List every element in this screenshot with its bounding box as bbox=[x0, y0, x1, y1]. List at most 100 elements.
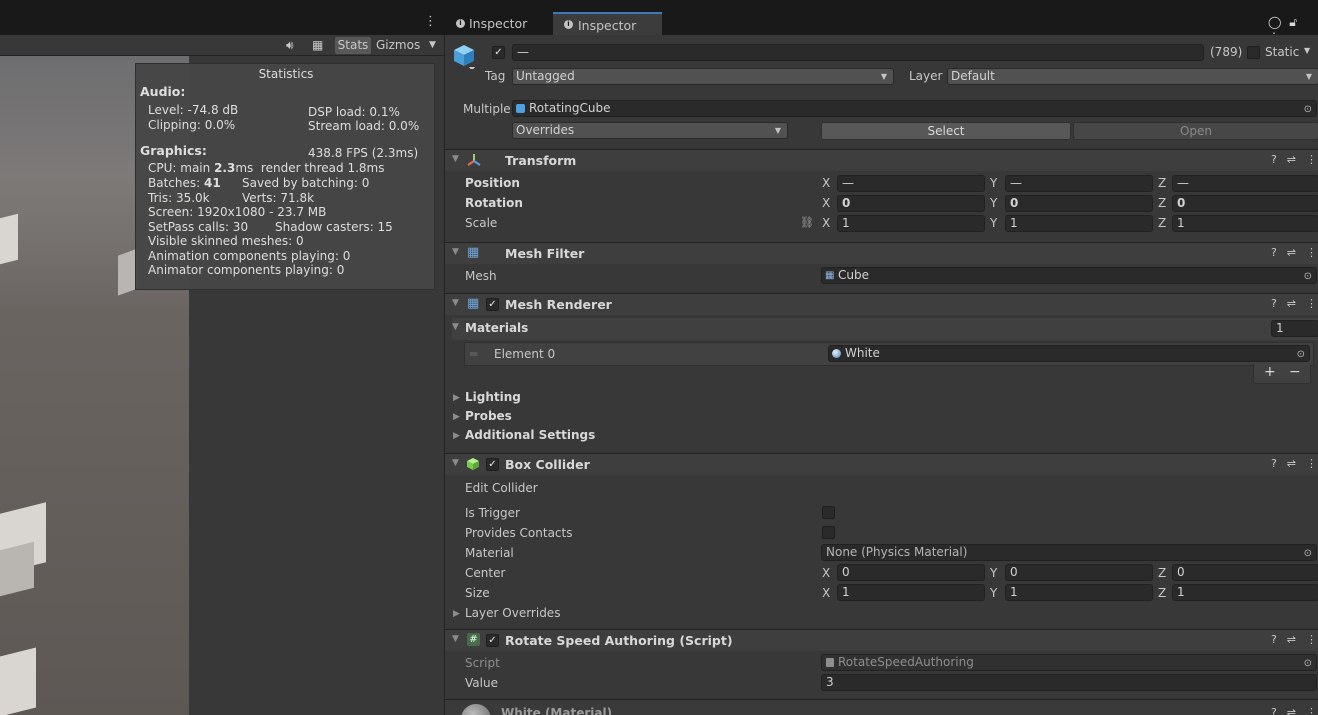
help-icon[interactable]: ? bbox=[1271, 706, 1277, 715]
static-toggle[interactable] bbox=[1247, 46, 1260, 59]
static-dropdown-icon[interactable]: ▼ bbox=[1304, 46, 1310, 55]
component-menu-icon[interactable]: ⋮ bbox=[1306, 633, 1317, 646]
lock-icon[interactable]: 🔓︎ bbox=[1289, 15, 1297, 29]
cpu-stat: CPU: main 2.3ms render thread 1.8ms bbox=[148, 161, 385, 175]
lighting-foldout[interactable]: Lighting bbox=[465, 390, 521, 404]
layer-overrides-foldout[interactable]: Layer Overrides bbox=[465, 606, 560, 620]
foldout-arrow-icon[interactable]: ▼ bbox=[452, 634, 459, 644]
foldout-arrow-icon[interactable]: ▶ bbox=[453, 412, 460, 422]
tag-dropdown[interactable]: Untagged ▼ bbox=[512, 68, 894, 85]
help-icon[interactable]: ? bbox=[1271, 297, 1277, 310]
rotate-speed-enabled-toggle[interactable]: ✓ bbox=[486, 634, 499, 647]
transform-title: Transform bbox=[505, 153, 577, 168]
presets-icon[interactable]: ⇌ bbox=[1287, 153, 1296, 166]
mesh-filter-header[interactable]: ▼ ▦ Mesh Filter ? ⇌ ⋮ bbox=[445, 242, 1318, 264]
material-preview-header[interactable]: White (Material) ? ⇌ ⋮ bbox=[445, 699, 1318, 715]
mesh-field[interactable]: ▦ Cube ⊙ bbox=[821, 267, 1317, 284]
help-icon[interactable]: ? bbox=[1271, 153, 1277, 166]
box-collider-enabled-toggle[interactable]: ✓ bbox=[486, 458, 499, 471]
component-menu-icon[interactable]: ⋮ bbox=[1306, 297, 1317, 310]
object-picker-icon[interactable]: ⊙ bbox=[1297, 347, 1305, 361]
shadow-casters: Shadow casters: 15 bbox=[275, 220, 393, 234]
info-icon: i bbox=[564, 20, 573, 29]
open-button[interactable]: Open bbox=[1073, 122, 1318, 140]
is-trigger-checkbox[interactable] bbox=[822, 506, 835, 519]
help-icon[interactable]: ? bbox=[1271, 457, 1277, 470]
foldout-arrow-icon[interactable]: ▼ bbox=[452, 322, 459, 332]
tab-inspector-1[interactable]: i Inspector bbox=[453, 12, 548, 35]
foldout-arrow-icon[interactable]: ▶ bbox=[453, 609, 460, 619]
physics-material-field[interactable]: None (Physics Material) ⊙ bbox=[821, 544, 1317, 561]
size-y-field[interactable]: 1 bbox=[1005, 584, 1153, 601]
help-icon[interactable]: ? bbox=[1271, 633, 1277, 646]
debug-mode-icon[interactable]: ◯ bbox=[1268, 15, 1281, 29]
rotation-x-field[interactable]: 0 bbox=[837, 195, 985, 212]
audio-clipping: Clipping: 0.0% bbox=[148, 118, 236, 132]
size-x-field[interactable]: 1 bbox=[837, 584, 985, 601]
presets-icon[interactable]: ⇌ bbox=[1287, 246, 1296, 259]
size-z-field[interactable]: 1 bbox=[1172, 584, 1318, 601]
center-x-field[interactable]: 0 bbox=[837, 564, 985, 581]
help-icon[interactable]: ? bbox=[1271, 246, 1277, 259]
foldout-arrow-icon[interactable]: ▶ bbox=[453, 431, 460, 441]
component-menu-icon[interactable]: ⋮ bbox=[1306, 246, 1317, 259]
tab-inspector-2[interactable]: i Inspector bbox=[553, 12, 662, 35]
provides-contacts-checkbox[interactable] bbox=[822, 526, 835, 539]
position-x-field[interactable]: — bbox=[837, 175, 985, 192]
center-z-field[interactable]: 0 bbox=[1172, 564, 1318, 581]
scale-y-field[interactable]: 1 bbox=[1005, 215, 1153, 232]
gizmos-dropdown-icon[interactable]: ▼ bbox=[429, 37, 436, 54]
drag-handle-icon[interactable]: ═ bbox=[470, 347, 477, 361]
foldout-arrow-icon[interactable]: ▼ bbox=[452, 247, 459, 257]
foldout-arrow-icon[interactable]: ▼ bbox=[452, 458, 459, 468]
grid-toggle-icon[interactable]: ▦ bbox=[312, 37, 323, 54]
position-z-field[interactable]: — bbox=[1172, 175, 1318, 192]
scale-z-field[interactable]: 1 bbox=[1172, 215, 1318, 232]
foldout-arrow-icon[interactable]: ▶ bbox=[453, 393, 460, 403]
object-picker-icon[interactable]: ⊙ bbox=[1304, 546, 1312, 560]
foldout-arrow-icon[interactable]: ▼ bbox=[452, 154, 459, 164]
presets-icon[interactable]: ⇌ bbox=[1287, 457, 1296, 470]
presets-icon[interactable]: ⇌ bbox=[1287, 297, 1296, 310]
value-field[interactable]: 3 bbox=[821, 674, 1317, 691]
overrides-dropdown[interactable]: Overrides ▼ bbox=[512, 122, 788, 139]
probes-foldout[interactable]: Probes bbox=[465, 409, 512, 423]
object-picker-icon[interactable]: ⊙ bbox=[1304, 102, 1312, 116]
scale-label: Scale bbox=[465, 216, 498, 230]
center-y-field[interactable]: 0 bbox=[1005, 564, 1153, 581]
gizmos-button[interactable]: Gizmos bbox=[376, 37, 420, 54]
component-menu-icon[interactable]: ⋮ bbox=[1306, 706, 1317, 715]
stats-button[interactable]: Stats bbox=[335, 37, 371, 54]
layer-dropdown[interactable]: Default ▼ bbox=[947, 68, 1318, 85]
presets-icon[interactable]: ⇌ bbox=[1287, 706, 1296, 715]
mesh-renderer-enabled-toggle[interactable]: ✓ bbox=[486, 298, 499, 311]
presets-icon[interactable]: ⇌ bbox=[1287, 633, 1296, 646]
mesh-value: Cube bbox=[838, 268, 869, 282]
constrain-proportions-icon[interactable]: ⛓︎ bbox=[800, 216, 814, 229]
component-menu-icon[interactable]: ⋮ bbox=[1306, 153, 1317, 166]
position-y-field[interactable]: — bbox=[1005, 175, 1153, 192]
prefab-field[interactable]: RotatingCube ⊙ bbox=[512, 100, 1317, 117]
additional-settings-foldout[interactable]: Additional Settings bbox=[465, 428, 595, 442]
object-picker-icon[interactable]: ⊙ bbox=[1304, 269, 1312, 283]
foldout-arrow-icon[interactable]: ▼ bbox=[452, 298, 459, 308]
scene-more-menu-icon[interactable]: ⋮ bbox=[424, 14, 437, 29]
transform-icon bbox=[467, 153, 481, 170]
materials-foldout[interactable]: ▼ Materials bbox=[452, 318, 1318, 340]
component-menu-icon[interactable]: ⋮ bbox=[1306, 457, 1317, 470]
rotation-z-field[interactable]: 0 bbox=[1172, 195, 1318, 212]
rotation-y-field[interactable]: 0 bbox=[1005, 195, 1153, 212]
remove-element-button[interactable]: − bbox=[1289, 364, 1301, 380]
transform-header[interactable]: ▼ Transform ? ⇌ ⋮ bbox=[445, 149, 1318, 171]
select-button[interactable]: Select bbox=[821, 122, 1071, 140]
scale-x-field[interactable]: 1 bbox=[837, 215, 985, 232]
active-toggle[interactable]: ✓ bbox=[492, 46, 505, 59]
audio-toggle-icon[interactable]: 🔊︎ bbox=[286, 37, 294, 54]
object-name-field[interactable]: — bbox=[512, 44, 1204, 61]
material-element-field[interactable]: White ⊙ bbox=[828, 345, 1310, 362]
mesh-renderer-header[interactable]: ▼ ▦ ✓ Mesh Renderer ? ⇌ ⋮ bbox=[445, 293, 1318, 315]
rotate-speed-header[interactable]: ▼ # ✓ Rotate Speed Authoring (Script) ? ⇌… bbox=[445, 629, 1318, 651]
box-collider-header[interactable]: ▼ ✓ Box Collider ? ⇌ ⋮ bbox=[445, 453, 1318, 475]
add-element-button[interactable]: + bbox=[1264, 364, 1276, 380]
materials-count-field[interactable]: 1 bbox=[1271, 320, 1318, 337]
